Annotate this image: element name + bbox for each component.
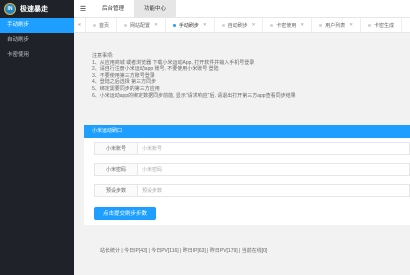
tab-dot <box>319 23 323 27</box>
logo-text: 极速暴走 <box>20 6 48 13</box>
notice-line: 2、请自行注册小米运动app 账号, 不要使用小米账号 登陆 <box>92 66 219 73</box>
form-row-steps: 预设步数 <box>84 180 410 201</box>
tab-manual-step[interactable]: 手动刷步 ✕ <box>166 18 215 32</box>
top-nav-admin[interactable]: 后台管理 <box>92 0 134 17</box>
sidebar-item-manual-step[interactable]: 手动刷步 <box>0 18 74 33</box>
password-input[interactable] <box>138 163 410 177</box>
tab-home[interactable]: 首页 <box>86 18 118 32</box>
notice-line: 6、小米运动app的绑定数据同步前能, 显示"请求响应"后, 请退出打开第三方a… <box>92 92 296 99</box>
tab-dot <box>172 23 176 27</box>
steps-label: 预设步数 <box>94 184 138 198</box>
tab-dot <box>221 23 225 27</box>
sidebar-item-auto-step[interactable]: 自动刷步 <box>0 33 74 48</box>
notice-line: 4、登陆之后选择 第三方同步 <box>92 79 157 86</box>
tab-scroll-left-icon[interactable]: « <box>74 18 86 32</box>
tab-label: 卡密使用 <box>276 22 297 29</box>
tab-label: 网站配置 <box>130 22 151 29</box>
notice-line: 5、绑定需要同步的第三方应用 <box>92 85 160 92</box>
account-input[interactable] <box>138 142 410 156</box>
tab-label: 用户列表 <box>325 22 346 29</box>
notice-title: 注意事项: <box>92 53 114 59</box>
tab-card-generate[interactable]: 卡密生成 <box>361 18 403 32</box>
logo-icon: IN <box>4 3 16 15</box>
form-row-account: 小米账号 <box>84 138 410 159</box>
tab-close-icon[interactable]: ✕ <box>300 22 304 28</box>
sidebar-item-card-use[interactable]: 卡密使用 <box>0 48 74 63</box>
tab-dot <box>270 23 274 27</box>
tab-label: 首页 <box>99 22 110 29</box>
tab-dot <box>124 23 128 27</box>
submit-row: 点击提交刷步步数 <box>84 201 410 225</box>
tab-bar: « 首页 网站配置 ✕ 手动刷步 ✕ 自动刷步 ✕ 卡密使用 ✕ 用户列表 ✕ … <box>74 18 410 33</box>
tab-card-use[interactable]: 卡密使用 ✕ <box>263 18 313 32</box>
tab-close-icon[interactable]: ✕ <box>252 22 256 28</box>
tab-auto-step[interactable]: 自动刷步 ✕ <box>215 18 264 32</box>
form-row-password: 小米密码 <box>84 159 410 180</box>
top-nav-feature-center[interactable]: 功能中心 <box>134 0 177 17</box>
logo: IN 极速暴走 <box>0 0 74 18</box>
account-label: 小米账号 <box>94 142 138 156</box>
top-header: ☰ 后台管理 功能中心 <box>74 0 410 18</box>
notice-block: 注意事项: 1、从应用商城 或者浏览器 下载小米运动App, 打开软件并输入手机… <box>84 53 410 99</box>
top-nav: 后台管理 功能中心 <box>92 0 177 17</box>
site-stats: 站长统计 | 今日IP[43] | 今日PV[116] | 昨日IP[63] |… <box>100 248 268 255</box>
tab-label: 自动刷步 <box>227 22 248 29</box>
panel-title: 小米运动刷口 <box>84 125 410 139</box>
tab-site-config[interactable]: 网站配置 ✕ <box>117 18 166 32</box>
tab-close-icon[interactable]: ✕ <box>203 22 207 28</box>
tab-close-icon[interactable]: ✕ <box>154 22 158 28</box>
submit-steps-button[interactable]: 点击提交刷步步数 <box>94 206 157 220</box>
tab-dot <box>93 23 96 27</box>
tab-user-list[interactable]: 用户列表 ✕ <box>312 18 361 32</box>
tab-label: 卡密生成 <box>374 22 395 29</box>
menu-toggle-icon[interactable]: ☰ <box>74 0 92 17</box>
password-label: 小米密码 <box>94 163 138 177</box>
tab-close-icon[interactable]: ✕ <box>349 22 353 28</box>
app-root: IN 极速暴走 手动刷步 自动刷步 卡密使用 ☰ 后台管理 功能中心 « 首页 … <box>0 0 410 275</box>
steps-input[interactable] <box>138 184 410 198</box>
main-content: 注意事项: 1、从应用商城 或者浏览器 下载小米运动App, 打开软件并输入手机… <box>74 33 410 275</box>
tab-label: 手动刷步 <box>178 22 199 29</box>
tab-dot <box>368 23 371 27</box>
sidebar: IN 极速暴走 手动刷步 自动刷步 卡密使用 <box>0 0 74 275</box>
step-form-panel: 小米运动刷口 小米账号 小米密码 预设步数 点击提交刷步步数 <box>84 125 410 226</box>
